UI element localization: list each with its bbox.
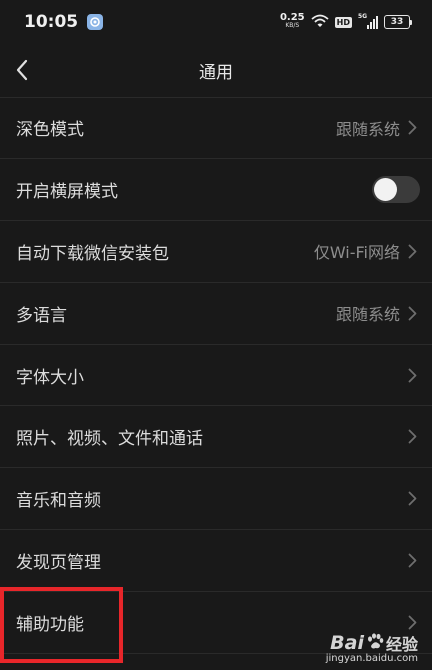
- status-bar: 10:05 0.25 KB/S HD 5G 33: [0, 0, 432, 44]
- signal-bar: [367, 25, 369, 29]
- watermark-text: 经验: [385, 635, 418, 654]
- watermark: Bai 经验 jingyan.baidu.com: [326, 631, 418, 664]
- setting-value: 跟随系统: [335, 119, 400, 139]
- setting-label: 自动下载微信安装包: [16, 243, 169, 264]
- status-right: 0.25 KB/S HD 5G 33: [280, 13, 412, 32]
- setting-right: 仅Wi-Fi网络: [314, 239, 418, 263]
- setting-right: 跟随系统: [336, 116, 418, 140]
- setting-right: [408, 367, 418, 383]
- setting-label: 深色模式: [16, 120, 84, 141]
- signal-bar: [373, 19, 375, 29]
- setting-value: 跟随系统: [335, 305, 400, 325]
- setting-language[interactable]: 多语言 跟随系统: [0, 283, 432, 345]
- cellular-signal-icon: 5G: [358, 13, 378, 29]
- chevron-right-icon: [408, 553, 418, 569]
- setting-label: 发现页管理: [16, 553, 101, 574]
- watermark-logo: Bai: [330, 632, 364, 654]
- battery-level: 33: [384, 15, 410, 29]
- chevron-left-icon: [16, 59, 28, 81]
- setting-right: [408, 491, 418, 507]
- setting-auto-download-package[interactable]: 自动下载微信安装包 仅Wi-Fi网络: [0, 221, 432, 283]
- chevron-right-icon: [408, 429, 418, 445]
- chevron-right-icon: [408, 120, 418, 136]
- hd-voice-badge: HD: [334, 16, 352, 28]
- network-speed: 0.25 KB/S: [279, 12, 305, 30]
- toggle-knob: [374, 177, 397, 201]
- chevron-right-icon: [408, 305, 418, 321]
- chevron-right-icon: [408, 367, 418, 383]
- watermark-brand: Bai 经验: [326, 631, 418, 655]
- signal-bar: [376, 16, 378, 29]
- setting-label: 开启横屏模式: [16, 181, 118, 202]
- settings-list: 深色模式 跟随系统 开启横屏模式 自动下载微信安装包 仅Wi-Fi网络 多语言 …: [0, 97, 432, 655]
- page-title: 通用: [199, 62, 233, 83]
- network-speed-unit: KB/S: [285, 22, 300, 29]
- app-notification-icon: [87, 14, 104, 30]
- chevron-right-icon: [408, 491, 418, 507]
- watermark-url: jingyan.baidu.com: [325, 653, 418, 664]
- setting-music-audio[interactable]: 音乐和音频: [0, 468, 432, 531]
- battery-tip: [410, 19, 412, 25]
- setting-font-size[interactable]: 字体大小: [0, 345, 432, 407]
- landscape-mode-toggle[interactable]: [372, 175, 420, 203]
- setting-label: 辅助功能: [16, 615, 84, 636]
- status-left: 10:05: [24, 12, 104, 32]
- battery-icon: 33: [384, 15, 412, 29]
- paw-icon: [366, 632, 384, 654]
- setting-right: 跟随系统: [336, 301, 418, 325]
- network-speed-value: 0.25: [279, 12, 305, 23]
- setting-value: 仅Wi-Fi网络: [313, 243, 400, 263]
- signal-bar: [370, 22, 372, 29]
- setting-label: 照片、视频、文件和通话: [16, 429, 203, 450]
- wifi-icon: [311, 13, 329, 32]
- chevron-right-icon: [408, 243, 418, 259]
- setting-label: 字体大小: [16, 367, 84, 388]
- status-time: 10:05: [24, 12, 79, 32]
- setting-right: [408, 615, 418, 631]
- setting-dark-mode[interactable]: 深色模式 跟随系统: [0, 97, 432, 159]
- signal-network-label: 5G: [358, 13, 368, 20]
- setting-media-files-calls[interactable]: 照片、视频、文件和通话: [0, 406, 432, 469]
- setting-label: 音乐和音频: [16, 491, 101, 512]
- setting-right: [408, 429, 418, 445]
- nav-bar: 通用: [0, 44, 432, 96]
- setting-label: 多语言: [16, 305, 67, 326]
- chevron-right-icon: [408, 615, 418, 631]
- back-button[interactable]: [10, 58, 34, 82]
- setting-landscape-mode: 开启横屏模式: [0, 159, 432, 221]
- setting-right: [408, 553, 418, 569]
- setting-discover-management[interactable]: 发现页管理: [0, 530, 432, 593]
